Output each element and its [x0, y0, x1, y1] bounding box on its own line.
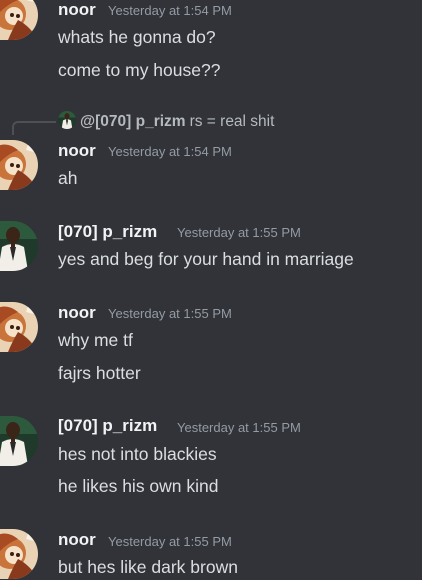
message-author[interactable]: [070] p_rizm: [58, 416, 157, 436]
avatar-noor[interactable]: [0, 0, 38, 40]
avatar-noor[interactable]: [0, 140, 38, 190]
message-text: why me tf: [58, 330, 133, 350]
reply-connector: [12, 121, 56, 135]
message-timestamp: Yesterday at 1:55 PM: [108, 534, 232, 549]
message-text: hes not into blackies: [58, 444, 217, 464]
reply-preview[interactable]: rs = real shit: [190, 113, 275, 130]
message-author[interactable]: noor: [58, 303, 96, 323]
message-author[interactable]: noor: [58, 530, 96, 550]
message-timestamp: Yesterday at 1:55 PM: [108, 306, 232, 321]
avatar-noor[interactable]: [0, 302, 38, 352]
avatar-p-rizm[interactable]: [0, 221, 38, 271]
message-text: fajrs hotter: [58, 363, 141, 383]
message-text: he likes his own kind: [58, 476, 219, 496]
message-timestamp: Yesterday at 1:54 PM: [108, 3, 232, 18]
reply-reference[interactable]: @[070] p_rizm rs = real shit: [58, 111, 274, 133]
avatar-noor[interactable]: [0, 529, 38, 579]
reply-author[interactable]: @[070] p_rizm: [80, 113, 186, 130]
message-text: but hes like dark brown: [58, 557, 238, 577]
message-author[interactable]: [070] p_rizm: [58, 222, 157, 242]
message-timestamp: Yesterday at 1:55 PM: [177, 225, 301, 240]
message-text: yes and beg for your hand in marriage: [58, 249, 354, 269]
message-timestamp: Yesterday at 1:55 PM: [177, 420, 301, 435]
reply-avatar: [58, 111, 76, 129]
message-timestamp: Yesterday at 1:54 PM: [108, 144, 232, 159]
avatar-p-rizm[interactable]: [0, 416, 38, 466]
message-author[interactable]: noor: [58, 141, 96, 161]
message-text: ah: [58, 168, 78, 188]
message-text: whats he gonna do?: [58, 27, 216, 47]
message-text: come to my house??: [58, 60, 221, 80]
message-author[interactable]: noor: [58, 0, 96, 20]
